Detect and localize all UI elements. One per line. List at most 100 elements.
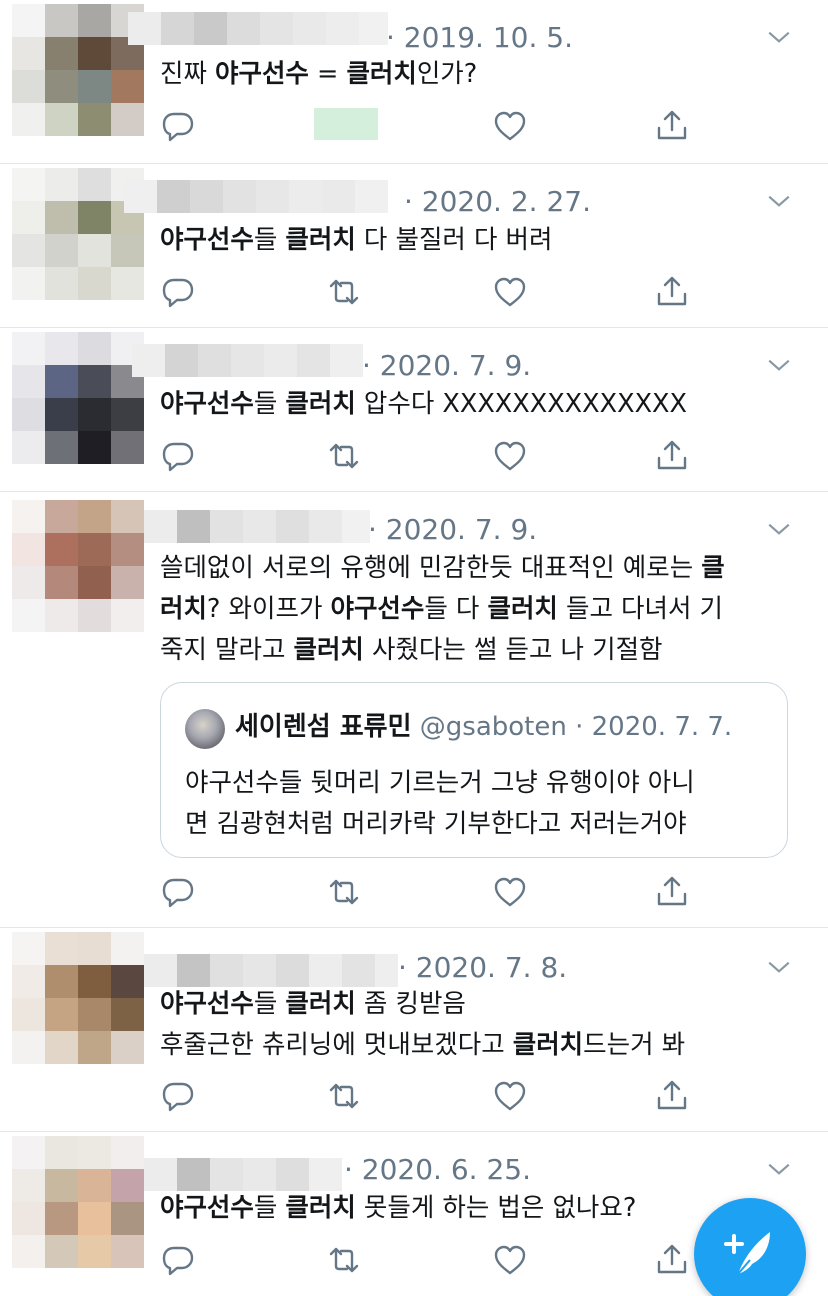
highlighted-keyword: 클러치 — [346, 59, 417, 89]
retweet-icon[interactable] — [326, 874, 362, 910]
retweet-icon[interactable] — [326, 1242, 362, 1278]
tweet-text: 진짜 야구선수 = 클러치인가? — [160, 54, 792, 95]
text-segment: 인가? — [416, 59, 478, 89]
quoted-text-line: 면 김광현처럼 머리카락 기부한다고 저러는거야 — [185, 809, 687, 839]
text-segment: 후줄근한 츄리닝에 멋내보겠다고 — [160, 1030, 513, 1060]
like-icon[interactable] — [492, 1242, 528, 1278]
highlighted-keyword: 야구선수 — [160, 1193, 254, 1223]
avatar[interactable] — [12, 932, 152, 1092]
quoted-date: · 2020. 7. 7. — [575, 712, 733, 742]
highlighted-keyword: 클러치 — [512, 1030, 584, 1060]
tweet-date[interactable]: · 2020. 7. 9. — [362, 348, 531, 384]
tweet[interactable]: · 2020. 7. 8. 야구선수들 클러치 좀 킹받음후줄근한 츄리닝에 멋… — [0, 928, 828, 1132]
tweet-text: 야구선수들 클러치 다 불질러 다 버려 — [160, 220, 792, 261]
text-segment: 들고 다녀서 기 — [557, 594, 723, 624]
text-segment: 들 다 — [424, 594, 488, 624]
highlighted-keyword: 클 — [701, 553, 725, 583]
text-segment: 죽지 말라고 — [160, 635, 294, 665]
like-icon[interactable] — [492, 874, 528, 910]
like-icon[interactable] — [492, 274, 528, 310]
highlighted-keyword: 야구선수 — [330, 594, 425, 624]
highlighted-keyword: 러치 — [160, 594, 207, 624]
tweet[interactable]: · 2020. 7. 9. 야구선수들 클러치 압수다 XXXXXXXXXXXX… — [0, 328, 828, 492]
avatar[interactable] — [12, 500, 152, 660]
tweet-date[interactable]: · 2020. 6. 25. — [344, 1152, 531, 1188]
highlighted-keyword: 클러치 — [285, 225, 356, 255]
tweet-date[interactable]: · 2019. 10. 5. — [386, 20, 573, 56]
chevron-down-icon[interactable] — [766, 352, 792, 378]
tweet-date[interactable]: · 2020. 7. 8. — [398, 950, 567, 986]
tweet-text: 쓸데없이 서로의 유행에 민감한듯 대표적인 예로는 클 러치? 와이프가 야구선… — [160, 548, 792, 671]
quoted-text: 야구선수들 뒷머리 기르는거 그냥 유행이야 아니 면 김광현처럼 머리카락 기… — [185, 763, 765, 845]
text-segment: 들 — [253, 389, 286, 419]
tweet[interactable]: · 2019. 10. 5. 진짜 야구선수 = 클러치인가? — [0, 0, 828, 164]
text-segment: 드는거 봐 — [583, 1030, 686, 1060]
compose-tweet-icon — [724, 1232, 770, 1275]
text-segment: 좀 킹받음 — [355, 989, 466, 1019]
quoted-author-name: 세이렌섬 표류민 — [235, 712, 412, 742]
tweet-text: 야구선수들 클러치 좀 킹받음 후줄근한 츄리닝에 멋내보겠다고 클러치드는거 봐 — [160, 984, 792, 1066]
tweet-actions — [160, 108, 720, 144]
chevron-down-icon[interactable] — [766, 954, 792, 980]
tweet-text: 야구선수들 클러치 못들게 하는 법은 없나요? — [160, 1188, 792, 1229]
highlighted-keyword: 야구선수 — [160, 989, 254, 1019]
reply-icon[interactable] — [160, 1242, 196, 1278]
tweet[interactable]: · 2020. 2. 27. 야구선수들 클러치 다 불질러 다 버려 — [0, 164, 828, 328]
quoted-text-line: 야구선수들 뒷머리 기르는거 그냥 유행이야 아니 — [185, 768, 695, 798]
text-segment: ? 와이프가 — [206, 594, 331, 624]
quoted-avatar[interactable] — [185, 709, 225, 749]
tweet-text-line: 진짜 야구선수 = 클러치인가? — [160, 54, 792, 95]
share-icon[interactable] — [654, 1242, 690, 1278]
like-icon[interactable] — [492, 108, 528, 144]
text-segment: 쓸데없이 서로의 유행에 민감한듯 대표적인 예로는 — [160, 553, 702, 583]
text-segment: 들 — [253, 989, 286, 1019]
username[interactable] — [144, 502, 370, 546]
retweet-icon[interactable] — [326, 274, 362, 310]
highlighted-keyword: 클러치 — [285, 989, 356, 1019]
reply-icon[interactable] — [160, 1078, 196, 1114]
retweet-icon[interactable] — [326, 438, 362, 474]
tweet-actions — [160, 274, 720, 310]
quoted-author-handle: @gsaboten — [419, 712, 567, 742]
highlighted-keyword: 클러치 — [293, 635, 364, 665]
share-icon[interactable] — [654, 274, 690, 310]
reply-icon[interactable] — [160, 108, 196, 144]
share-icon[interactable] — [654, 1078, 690, 1114]
reply-icon[interactable] — [160, 274, 196, 310]
tweet-actions — [160, 1242, 720, 1278]
username[interactable] — [132, 336, 364, 380]
tweet-text-line: 야구선수들 클러치 압수다 XXXXXXXXXXXXXX — [160, 384, 792, 425]
share-icon[interactable] — [654, 438, 690, 474]
share-icon[interactable] — [654, 874, 690, 910]
tweet-date[interactable]: · 2020. 7. 9. — [368, 512, 537, 548]
reply-icon[interactable] — [160, 438, 196, 474]
highlighted-keyword: 클러치 — [487, 594, 558, 624]
avatar[interactable] — [12, 1136, 152, 1296]
retweet-icon[interactable] — [326, 1078, 362, 1114]
username[interactable] — [128, 4, 388, 48]
like-icon[interactable] — [492, 1078, 528, 1114]
highlighted-keyword: 야구선수 — [160, 225, 254, 255]
tweet-text-line: 야구선수들 클러치 좀 킹받음 — [160, 984, 792, 1025]
highlighted-keyword: 클러치 — [285, 1193, 356, 1223]
highlighted-keyword: 클러치 — [285, 389, 356, 419]
tweet[interactable]: · 2020. 7. 9. 쓸데없이 서로의 유행에 민감한듯 대표적인 예로는… — [0, 492, 828, 928]
chevron-down-icon[interactable] — [766, 516, 792, 542]
highlighted-keyword: 야구선수 — [215, 59, 309, 89]
tweet-text-line: 죽지 말라고 클러치 사줬다는 썰 듣고 나 기절함 — [160, 630, 792, 671]
share-icon[interactable] — [654, 108, 690, 144]
reply-icon[interactable] — [160, 874, 196, 910]
quoted-tweet[interactable]: 세이렌섬 표류민 @gsaboten · 2020. 7. 7. 야구선수들 뒷… — [160, 682, 788, 858]
chevron-down-icon[interactable] — [766, 1156, 792, 1182]
tweet-date[interactable]: · 2020. 2. 27. — [404, 184, 591, 220]
avatar[interactable] — [12, 332, 152, 492]
tweet-text-line: 야구선수들 클러치 못들게 하는 법은 없나요? — [160, 1188, 792, 1229]
text-segment: 못들게 하는 법은 없나요? — [355, 1193, 637, 1223]
chevron-down-icon[interactable] — [766, 24, 792, 50]
like-icon[interactable] — [492, 438, 528, 474]
username[interactable] — [124, 172, 404, 216]
text-segment: 사줬다는 썰 듣고 나 기절함 — [363, 635, 663, 665]
tweet-text-line: 러치? 와이프가 야구선수들 다 클러치 들고 다녀서 기 — [160, 589, 792, 630]
chevron-down-icon[interactable] — [766, 188, 792, 214]
tweet-actions — [160, 874, 720, 910]
